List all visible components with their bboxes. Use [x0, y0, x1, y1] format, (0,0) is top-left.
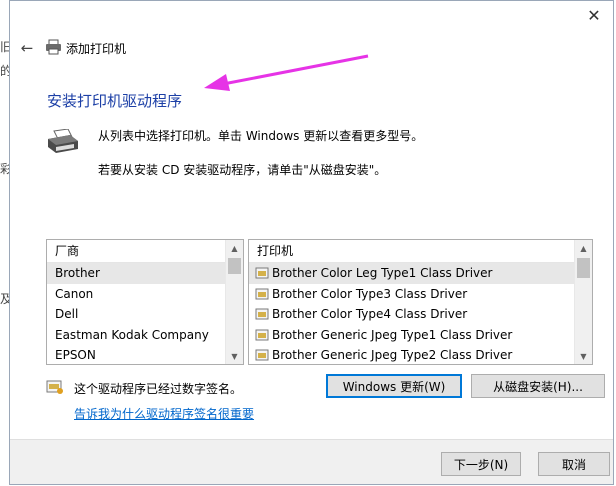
add-printer-dialog: ✕ ← 添加打印机 安装打印机驱动程序 从列表中选择打印机。单击 Windows… [9, 0, 614, 485]
list-item-label: Brother Color Type3 Class Driver [272, 286, 468, 301]
list-item[interactable]: Dell [47, 304, 226, 325]
windows-update-button[interactable]: Windows 更新(W) [326, 374, 462, 398]
list-item[interactable]: Brother Generic Jpeg Type2 Class Driver [249, 345, 575, 364]
manufacturer-scrollbar[interactable]: ▲ ▼ [225, 240, 243, 364]
driver-icon [255, 288, 269, 300]
list-item[interactable]: Brother [47, 263, 226, 284]
list-item-label: Brother Generic Jpeg Type2 Class Driver [272, 348, 513, 362]
signature-status: 这个驱动程序已经过数字签名。 [74, 382, 243, 396]
back-arrow-icon: ← [20, 39, 34, 57]
list-item[interactable]: EPSON [47, 345, 226, 364]
driver-icon [255, 329, 269, 341]
manufacturer-list[interactable]: 厂商 Brother Canon Dell Eastman Kodak Comp… [46, 239, 244, 365]
certificate-icon [46, 380, 63, 394]
printer-icon [46, 39, 61, 55]
scroll-up-icon[interactable]: ▲ [575, 240, 592, 256]
driver-icon [255, 308, 269, 320]
cancel-button[interactable]: 取消 [538, 452, 610, 476]
have-disk-button[interactable]: 从磁盘安装(H)... [471, 374, 605, 398]
dialog-footer [10, 439, 613, 484]
close-button[interactable]: ✕ [585, 7, 603, 25]
driver-icon [255, 267, 269, 279]
list-item[interactable]: Canon [47, 284, 226, 305]
next-button[interactable]: 下一步(N) [441, 452, 521, 476]
back-button[interactable]: ← [18, 39, 36, 57]
printer-list[interactable]: 打印机 Brother Color Leg Type1 Class Driver… [248, 239, 593, 365]
window-title: 添加打印机 [66, 42, 127, 56]
page-heading: 安装打印机驱动程序 [47, 92, 183, 110]
annotation-arrow-icon [204, 54, 369, 91]
printer-large-icon [48, 129, 78, 153]
list-item[interactable]: Brother Color Type4 Class Driver [249, 304, 575, 325]
manufacturer-list-header: 厂商 [47, 240, 243, 263]
scroll-up-icon[interactable]: ▲ [226, 240, 243, 256]
scroll-down-icon[interactable]: ▼ [575, 348, 592, 364]
description-line-1: 从列表中选择打印机。单击 Windows 更新以查看更多型号。 [98, 129, 424, 143]
list-item[interactable]: Brother Color Type3 Class Driver [249, 284, 575, 305]
list-item-label: Brother Color Type4 Class Driver [272, 307, 468, 321]
list-item-label: Brother Generic Jpeg Type1 Class Driver [272, 327, 513, 342]
printer-list-header: 打印机 [249, 240, 592, 263]
scroll-thumb[interactable] [228, 258, 241, 274]
driver-icon [255, 349, 269, 361]
printer-scrollbar[interactable]: ▲ ▼ [574, 240, 592, 364]
scroll-thumb[interactable] [577, 258, 590, 278]
scroll-down-icon[interactable]: ▼ [226, 348, 243, 364]
close-icon: ✕ [587, 6, 601, 25]
list-item[interactable]: Brother Generic Jpeg Type1 Class Driver [249, 325, 575, 346]
description-line-2: 若要从安装 CD 安装驱动程序，请单击"从磁盘安装"。 [98, 163, 387, 177]
list-item[interactable]: Brother Color Leg Type1 Class Driver [249, 263, 575, 284]
list-item-label: Brother Color Leg Type1 Class Driver [272, 266, 493, 280]
signature-info-link[interactable]: 告诉我为什么驱动程序签名很重要 [74, 405, 254, 422]
list-item[interactable]: Eastman Kodak Company [47, 325, 226, 346]
